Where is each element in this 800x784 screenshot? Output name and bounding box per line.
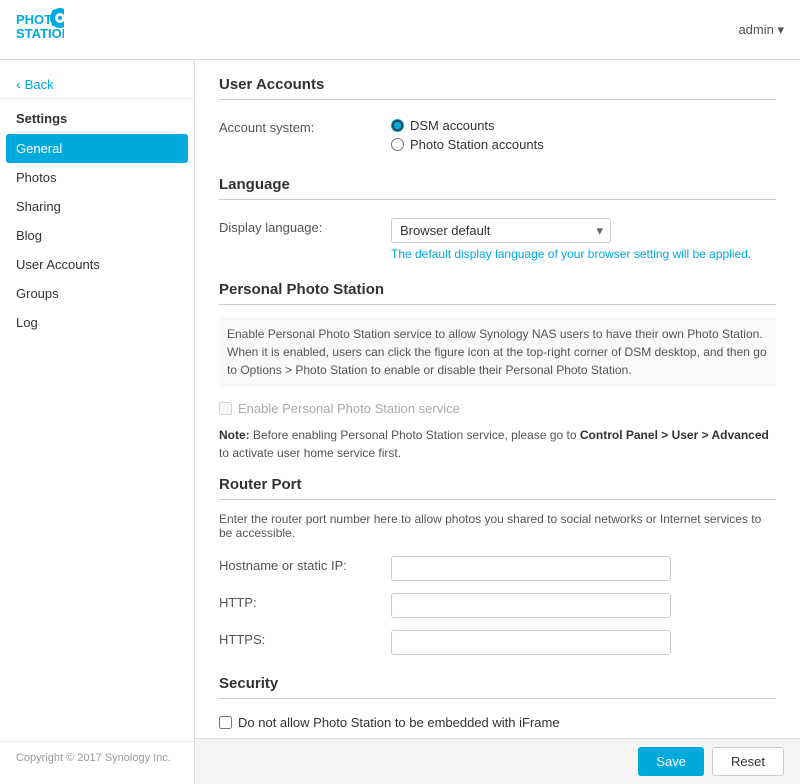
display-language-select-wrapper: Browser default English Chinese (Traditi… bbox=[391, 218, 611, 243]
sidebar-item-blog[interactable]: Blog bbox=[0, 221, 194, 250]
iframe-checkbox[interactable] bbox=[219, 716, 232, 729]
user-accounts-title: User Accounts bbox=[219, 76, 776, 100]
sidebar-footer: Copyright © 2017 Synology Inc. bbox=[0, 741, 194, 774]
display-language-controls: Browser default English Chinese (Traditi… bbox=[391, 218, 776, 261]
dsm-accounts-radio[interactable] bbox=[391, 119, 404, 132]
enable-personal-photo-station-checkbox[interactable] bbox=[219, 402, 232, 415]
account-system-label: Account system: bbox=[219, 118, 379, 135]
sidebar: ‹ Back Settings General Photos Sharing B… bbox=[0, 60, 195, 784]
hostname-controls bbox=[391, 556, 776, 581]
admin-menu[interactable]: admin ▾ bbox=[738, 22, 784, 38]
dsm-accounts-option[interactable]: DSM accounts bbox=[391, 118, 776, 133]
back-button[interactable]: ‹ Back bbox=[0, 70, 194, 99]
reset-button[interactable]: Reset bbox=[712, 747, 784, 776]
iframe-checkbox-row[interactable]: Do not allow Photo Station to be embedde… bbox=[219, 711, 776, 734]
language-title: Language bbox=[219, 176, 776, 200]
personal-photo-station-title: Personal Photo Station bbox=[219, 281, 776, 305]
router-port-description: Enter the router port number here to all… bbox=[219, 512, 776, 540]
https-input[interactable] bbox=[391, 630, 671, 655]
iframe-label: Do not allow Photo Station to be embedde… bbox=[238, 715, 560, 730]
security-title: Security bbox=[219, 675, 776, 699]
photo-station-accounts-option[interactable]: Photo Station accounts bbox=[391, 137, 776, 152]
http-controls bbox=[391, 593, 776, 618]
http-row: HTTP: bbox=[219, 587, 776, 624]
enable-personal-photo-station-row[interactable]: Enable Personal Photo Station service bbox=[219, 397, 776, 420]
content-area: User Accounts Account system: DSM accoun… bbox=[195, 60, 800, 784]
personal-photo-station-info: Enable Personal Photo Station service to… bbox=[219, 317, 776, 387]
display-language-row: Display language: Browser default Englis… bbox=[219, 212, 776, 267]
hostname-row: Hostname or static IP: bbox=[219, 550, 776, 587]
account-system-controls: DSM accounts Photo Station accounts bbox=[391, 118, 776, 156]
enable-personal-photo-station-label: Enable Personal Photo Station service bbox=[238, 401, 460, 416]
content-inner: User Accounts Account system: DSM accoun… bbox=[195, 60, 800, 784]
back-label: Back bbox=[25, 77, 54, 92]
hostname-input[interactable] bbox=[391, 556, 671, 581]
http-label: HTTP: bbox=[219, 593, 379, 610]
language-help-text: The default display language of your bro… bbox=[391, 247, 776, 261]
sidebar-item-photos[interactable]: Photos bbox=[0, 163, 194, 192]
bottom-bar: Save Reset bbox=[195, 738, 800, 784]
sidebar-item-general[interactable]: General bbox=[6, 134, 188, 163]
https-controls bbox=[391, 630, 776, 655]
sidebar-item-log[interactable]: Log bbox=[0, 308, 194, 337]
account-system-row: Account system: DSM accounts Photo Stati… bbox=[219, 112, 776, 162]
personal-photo-station-note: Note: Before enabling Personal Photo Sta… bbox=[219, 426, 776, 462]
admin-label: admin bbox=[738, 22, 773, 37]
save-button[interactable]: Save bbox=[638, 747, 704, 776]
router-port-title: Router Port bbox=[219, 476, 776, 500]
main-layout: ‹ Back Settings General Photos Sharing B… bbox=[0, 60, 800, 784]
sidebar-item-sharing[interactable]: Sharing bbox=[0, 192, 194, 221]
logo: PHOTO STATION bbox=[16, 6, 64, 53]
display-language-select[interactable]: Browser default English Chinese (Traditi… bbox=[391, 218, 611, 243]
logo-icon: PHOTO STATION bbox=[16, 6, 64, 53]
back-arrow-icon: ‹ bbox=[16, 76, 21, 92]
header: PHOTO STATION bbox=[0, 0, 800, 60]
hostname-label: Hostname or static IP: bbox=[219, 556, 379, 573]
dsm-accounts-label: DSM accounts bbox=[410, 118, 495, 133]
app-container: PHOTO STATION bbox=[0, 0, 800, 784]
settings-heading: Settings bbox=[0, 107, 194, 134]
svg-text:STATION: STATION bbox=[16, 26, 64, 41]
https-label: HTTPS: bbox=[219, 630, 379, 647]
https-row: HTTPS: bbox=[219, 624, 776, 661]
sidebar-item-user-accounts[interactable]: User Accounts bbox=[0, 250, 194, 279]
photo-station-accounts-label: Photo Station accounts bbox=[410, 137, 544, 152]
display-language-label: Display language: bbox=[219, 218, 379, 235]
http-input[interactable] bbox=[391, 593, 671, 618]
photo-station-accounts-radio[interactable] bbox=[391, 138, 404, 151]
sidebar-item-groups[interactable]: Groups bbox=[0, 279, 194, 308]
